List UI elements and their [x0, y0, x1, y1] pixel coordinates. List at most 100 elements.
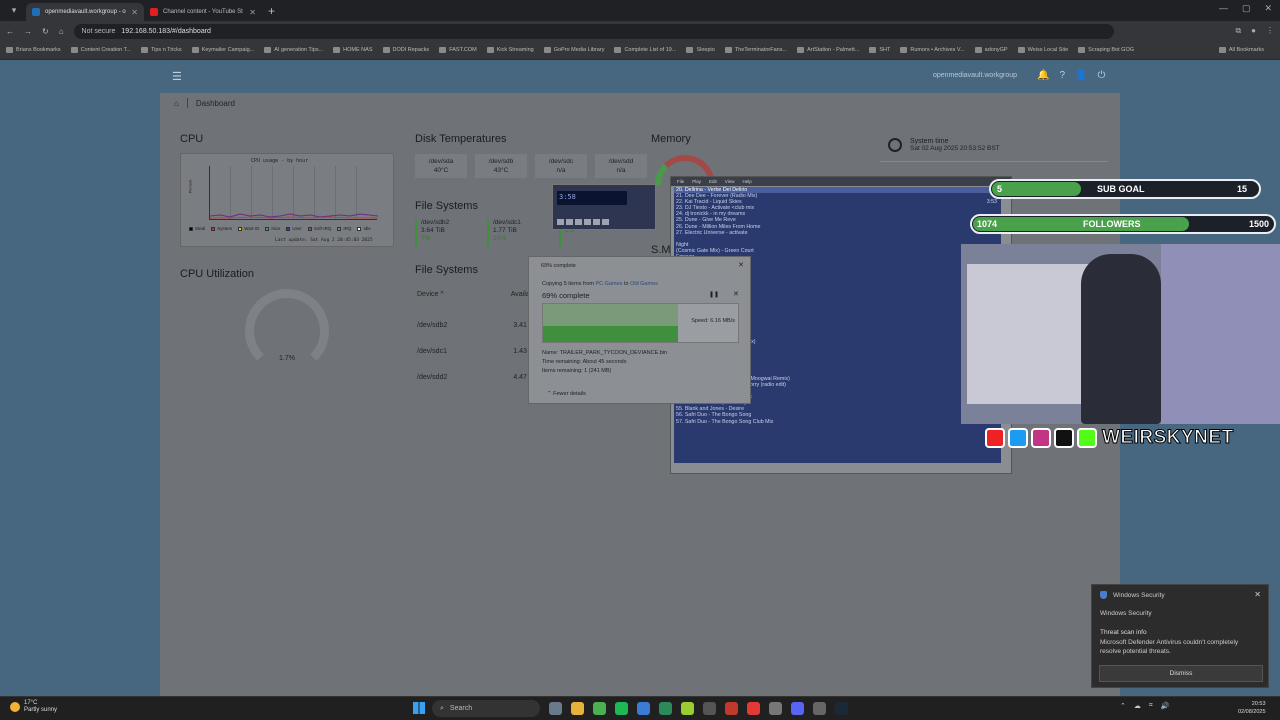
taskbar-app-icon[interactable]	[681, 702, 694, 715]
bookmark-item[interactable]: adonyGP	[974, 47, 1008, 53]
taskbar-app-icon[interactable]	[769, 702, 782, 715]
taskbar-app-icon[interactable]	[571, 702, 584, 715]
player-menu-item[interactable]: Play	[692, 179, 701, 184]
bookmark-item[interactable]: Content Creation T...	[70, 47, 131, 53]
player-menu-item[interactable]: File	[677, 179, 684, 184]
legend-item: Soft-IRQ	[307, 226, 331, 231]
profile-icon[interactable]: ●	[1251, 26, 1256, 36]
close-tab-icon[interactable]: ✕	[249, 8, 256, 17]
url-text[interactable]: 192.168.50.183/#/dashboard	[121, 28, 211, 35]
bookmark-item[interactable]: Scraping Bot GOG	[1078, 47, 1134, 53]
pause-icon[interactable]: ❚❚	[709, 291, 719, 298]
user-icon[interactable]: 👤	[1075, 70, 1087, 81]
pause-icon[interactable]	[575, 219, 582, 225]
cloud-icon[interactable]: ☁	[1134, 702, 1141, 710]
taskbar-app-icon[interactable]	[703, 702, 716, 715]
table-row[interactable]: /dev/sdc1 1.43 TiB	[417, 339, 539, 365]
previous-icon[interactable]	[557, 219, 564, 225]
taskbar-app-icon[interactable]	[747, 702, 760, 715]
music-player-main[interactable]: 3:58	[552, 184, 656, 230]
eject-icon[interactable]	[602, 219, 609, 225]
power-icon[interactable]: ⏻	[1097, 70, 1105, 81]
network-icon[interactable]: ⌗	[1149, 702, 1153, 710]
bookmark-item[interactable]: Kick Streaming	[486, 47, 534, 53]
taskbar-app-icon[interactable]	[659, 702, 672, 715]
tray-chevron-icon[interactable]: ⌃	[1120, 702, 1126, 710]
close-dialog-icon[interactable]: ✕	[738, 261, 744, 269]
taskbar-clock[interactable]: 20:53 02/08/2025	[1238, 700, 1266, 716]
source-folder-link[interactable]: PC Games	[596, 281, 623, 287]
taskbar-app-icon[interactable]	[615, 702, 628, 715]
bookmark-item[interactable]: FAST.COM	[439, 47, 477, 53]
bookmark-item[interactable]: AI generation Tips...	[264, 47, 323, 53]
back-icon[interactable]: ←	[6, 27, 14, 36]
bookmark-item[interactable]: Keymailer Campaig...	[191, 47, 254, 53]
close-window-icon[interactable]: ✕	[1264, 3, 1272, 14]
bookmark-item[interactable]: TheTerminatorFans...	[724, 47, 787, 53]
tab-search-icon[interactable]: ▾	[6, 2, 22, 18]
taskbar-search[interactable]: ⌕ Search	[432, 700, 540, 717]
taskbar-app-icon[interactable]	[835, 702, 848, 715]
notifications-icon[interactable]: 🔔	[1037, 70, 1049, 81]
home-icon[interactable]: ⌂	[59, 27, 64, 36]
play-icon[interactable]	[566, 219, 573, 225]
taskbar-app-icon[interactable]	[791, 702, 804, 715]
reload-icon[interactable]: ↻	[42, 27, 49, 36]
fewer-details-button[interactable]: ⌃ Fewer details	[547, 391, 586, 397]
taskbar-app-icon[interactable]	[637, 702, 650, 715]
taskbar-app-icon[interactable]	[725, 702, 738, 715]
legend-swatch	[307, 226, 312, 231]
player-menu-item[interactable]: Edit	[709, 179, 717, 184]
address-bar[interactable]: Not secure 192.168.50.183/#/dashboard	[73, 23, 1114, 39]
table-row[interactable]: /dev/sdb2 3.41 TiB	[417, 313, 539, 339]
taskbar-app-icon[interactable]	[593, 702, 606, 715]
bookmark-item[interactable]: Tips n Tricks	[140, 47, 182, 53]
taskbar-app-icon[interactable]	[549, 702, 562, 715]
stop-icon[interactable]	[584, 219, 591, 225]
dismiss-button[interactable]: Dismiss	[1099, 665, 1263, 682]
bookmark-item[interactable]: DODI Repacks	[382, 47, 429, 53]
close-tab-icon[interactable]: ✕	[131, 8, 138, 17]
all-bookmarks-button[interactable]: All Bookmarks	[1218, 47, 1264, 53]
breadcrumb-dashboard[interactable]: Dashboard	[196, 99, 235, 108]
channel-brand: WEIRSKYNET	[1102, 427, 1234, 449]
tab-youtube-studio[interactable]: Channel content - YouTube St ✕	[144, 3, 262, 21]
column-device[interactable]: Device ^	[417, 291, 444, 313]
disk-device: /dev/sdb	[488, 158, 514, 165]
next-icon[interactable]	[593, 219, 600, 225]
playlist-item[interactable]: 57. Safri Duo - The Bongo Song Club Mix4…	[674, 419, 1001, 425]
bookmark-item[interactable]: GoPro Media Library	[543, 47, 604, 53]
windows-start-icon[interactable]	[413, 702, 425, 714]
help-icon[interactable]: ?	[1059, 70, 1065, 81]
volume-icon[interactable]: 🔊	[1161, 702, 1170, 710]
close-toast-icon[interactable]: ✕	[1254, 590, 1261, 599]
bookmark-item[interactable]: Weiss Local Site	[1017, 47, 1068, 53]
tab-openmediavault[interactable]: openmediavault.workgroup - o ✕	[26, 3, 144, 21]
extensions-icon[interactable]: ⧉	[1235, 26, 1241, 36]
disk-device: /dev/sdd	[608, 158, 634, 165]
destination-folder-link[interactable]: Old Games	[630, 281, 658, 287]
table-row[interactable]: /dev/sdd2 4.47 TiB	[417, 365, 539, 391]
forward-icon[interactable]: →	[24, 27, 32, 36]
maximize-icon[interactable]: ▢	[1242, 3, 1251, 14]
minimize-icon[interactable]: —	[1219, 3, 1228, 14]
menu-icon[interactable]: ⋮	[1266, 26, 1274, 36]
bookmark-item[interactable]: Sleepio	[686, 47, 715, 53]
hamburger-menu-icon[interactable]: ☰	[172, 70, 182, 83]
file-copy-dialog[interactable]: 69% complete ✕ Copying 5 items from PC G…	[528, 256, 751, 404]
bookmark-item[interactable]: ArtStation - Palmett...	[797, 47, 859, 53]
bookmark-item[interactable]: HOME NAS	[333, 47, 373, 53]
windows-security-toast[interactable]: Windows Security ✕ Windows Security Thre…	[1091, 584, 1269, 688]
cancel-copy-icon[interactable]: ✕	[733, 290, 739, 298]
home-icon[interactable]: ⌂	[174, 99, 179, 108]
bookmark-item[interactable]: SHT	[869, 47, 890, 53]
not-secure-badge[interactable]: Not secure	[82, 28, 116, 35]
new-tab-icon[interactable]: +	[268, 4, 275, 18]
player-menu-item[interactable]: View	[725, 179, 735, 184]
player-menu-item[interactable]: Help	[742, 179, 751, 184]
bookmark-item[interactable]: Complete List of 19...	[614, 47, 676, 53]
bookmark-item[interactable]: Rumors • Archives V...	[900, 47, 965, 53]
taskbar-app-icon[interactable]	[813, 702, 826, 715]
bookmark-item[interactable]: Brians Bookmarks	[6, 47, 61, 53]
weather-widget[interactable]: 17°C Partly sunny	[10, 700, 57, 714]
